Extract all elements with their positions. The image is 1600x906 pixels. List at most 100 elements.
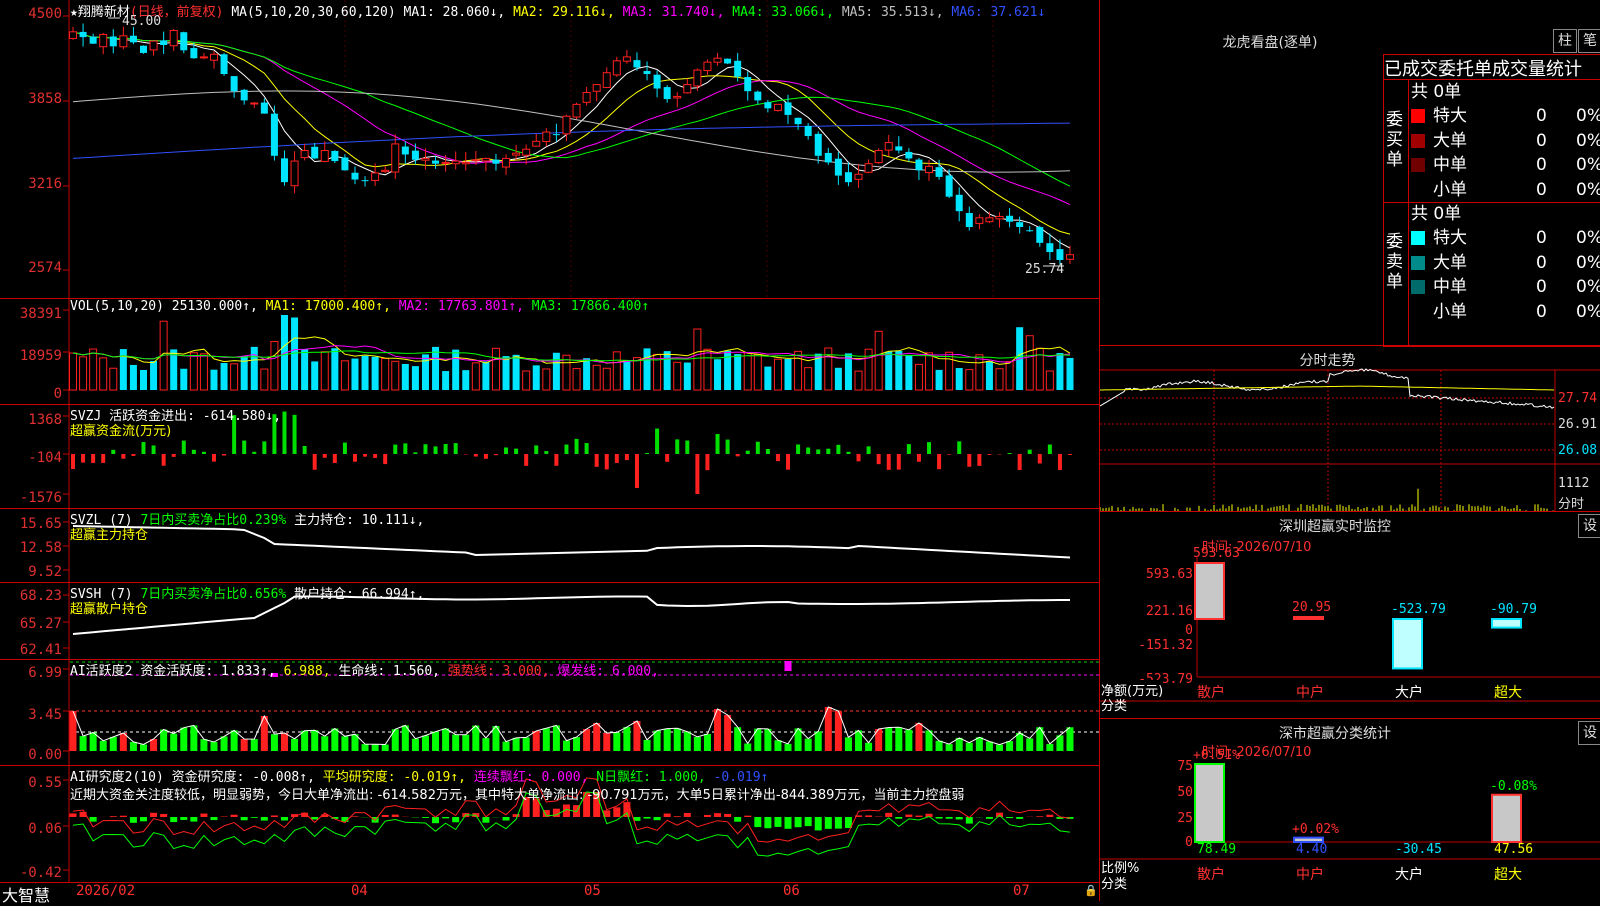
volume-bar [392, 361, 399, 390]
candle-up [613, 61, 620, 75]
research-bar [724, 814, 731, 817]
candle-down [80, 32, 87, 37]
volume-bar [694, 329, 701, 390]
ss-ratio-value: 4.40 [1296, 842, 1327, 857]
fund-flow-bar [736, 454, 740, 456]
candle-up [251, 103, 258, 104]
sell-orders-label: 委卖单 [1386, 232, 1406, 292]
fund-flow-bar [655, 429, 659, 454]
fund-flow-bar [454, 443, 458, 454]
candle-up [1067, 255, 1074, 260]
price-axis-label: 4500 [0, 6, 62, 22]
ai2-axis-label: -0.42 [0, 865, 62, 881]
activity-bar [432, 732, 439, 751]
candle-down [644, 71, 651, 74]
bar-mode-button[interactable]: 柱 [1553, 29, 1577, 53]
order-size-label: 中单 [1433, 277, 1467, 297]
order-count: 0 [1536, 226, 1547, 250]
ss-category-label: 散户 [1197, 864, 1225, 884]
main-holding-line [73, 526, 1070, 558]
fund-flow-bar [242, 441, 246, 454]
volume-panel[interactable]: VOL(5,10,20) 25130.000↑, MA1: 17000.400↑… [0, 298, 1099, 405]
volume-bar [190, 353, 197, 390]
intraday-panel[interactable]: 分时走势 27.74 26.91 26.08 1112 分时 [1099, 345, 1600, 512]
ai-activity-legend: AI活跃度2 资金活跃度: 1.833↑, 6.988, 生命线: 1.560,… [70, 660, 659, 679]
order-stat-tabs[interactable]: 已成交委托单成交量统计 [1383, 54, 1600, 80]
volume-bar [795, 351, 802, 390]
volume-bar [583, 358, 590, 390]
activity-bar [231, 730, 238, 751]
date-axis[interactable]: 大智慧 2026/02 04 05 06 07 🔒 [0, 882, 1099, 901]
svzl-panel[interactable]: SVZL (7) 7日内买卖净占比0.239% 主力持仓: 10.111↓, 超… [0, 508, 1099, 583]
activity-bar [744, 744, 751, 751]
order-count: 0 [1536, 129, 1547, 153]
activity-bar [1006, 741, 1013, 751]
volume-bar [573, 369, 580, 390]
research-bar [613, 807, 620, 817]
ma1-value: MA1: 28.060↓, [404, 5, 506, 20]
volume-bar [140, 370, 147, 390]
intraday-chart[interactable] [1100, 346, 1600, 512]
candle-down [492, 160, 499, 164]
lock-icon[interactable]: 🔒 [1084, 884, 1098, 897]
candle-down [785, 102, 792, 114]
ai-activity-panel[interactable]: AI活跃度2 资金活跃度: 1.833↑, 6.988, 生命线: 1.560,… [0, 659, 1099, 766]
tick-mode-button[interactable]: 笔 [1578, 29, 1600, 53]
vol-ma-line-3 [73, 351, 1070, 361]
order-color-swatch [1411, 158, 1425, 172]
volume-bar [271, 342, 278, 390]
candle-down [362, 180, 369, 181]
intraday-axis-label: 27.74 [1558, 391, 1597, 406]
candle-down [754, 92, 761, 101]
activity-bar [221, 736, 228, 751]
svzj-panel[interactable]: SVZJ 活跃资金进出: -614.580↓, 超赢资金流(万元) 1368 -… [0, 404, 1099, 509]
vol-ma1: MA1: 17000.400↑, [266, 299, 391, 314]
volume-bar [734, 354, 741, 390]
ai1-title: AI活跃度2 [70, 664, 132, 679]
volume-bar [543, 369, 550, 390]
fund-flow-bar [504, 447, 508, 454]
activity-bar [140, 744, 147, 751]
research-bar [956, 817, 963, 819]
ai-research-panel[interactable]: AI研究度2(10) 资金研究度: -0.008↑, 平均研究度: -0.019… [0, 765, 1099, 882]
fund-flow-bar [796, 444, 800, 454]
fund-flow-bar [867, 446, 871, 454]
candle-up [714, 58, 721, 62]
ai-research-legend: AI研究度2(10) 资金研究度: -0.008↑, 平均研究度: -0.019… [70, 766, 768, 785]
research-bar [1016, 817, 1023, 819]
volume-bar [915, 364, 922, 390]
fund-flow-bar [726, 440, 730, 454]
research-bar [140, 817, 147, 821]
volume-bar [936, 370, 943, 390]
price-panel[interactable]: ★翔腾新材(日线，前复权) MA(5,10,20,30,60,120) MA1:… [0, 0, 1099, 299]
order-color-swatch [1411, 305, 1425, 319]
fund-flow-bar [192, 450, 196, 454]
volume-bar [1026, 336, 1033, 390]
candle-down [795, 118, 802, 124]
candle-down [744, 77, 751, 91]
fund-flow-bar [816, 449, 820, 454]
research-bar [160, 814, 167, 817]
activity-bar [90, 733, 97, 751]
fund-flow-bar [524, 454, 528, 466]
candle-up [774, 104, 781, 110]
fund-flow-bar [564, 445, 568, 454]
activity-bar [382, 745, 389, 751]
activity-bar [301, 731, 308, 751]
candle-up [120, 36, 127, 47]
svzj-axis-label: -104 [0, 450, 62, 466]
intraday-axis-label: 26.08 [1558, 443, 1597, 458]
ss-x-title: 分类 [1101, 873, 1127, 892]
activity-bar [966, 743, 973, 751]
svsh-panel[interactable]: SVSH (7) 7日内买卖净占比0.656% 散户持仓: 66.994↑, 超… [0, 582, 1099, 660]
ss-ratio-value: 47.56 [1494, 842, 1533, 857]
candlestick-chart[interactable] [0, 0, 1099, 298]
ai1-axis-label: 0.00 [0, 747, 62, 763]
candle-up [170, 31, 177, 46]
fund-flow-bar [162, 454, 166, 466]
fund-flow-bar [705, 454, 709, 470]
candle-up [865, 164, 872, 173]
vol-axis-label: 0 [0, 386, 62, 402]
candle-up [623, 57, 630, 61]
research-bar [714, 813, 721, 817]
